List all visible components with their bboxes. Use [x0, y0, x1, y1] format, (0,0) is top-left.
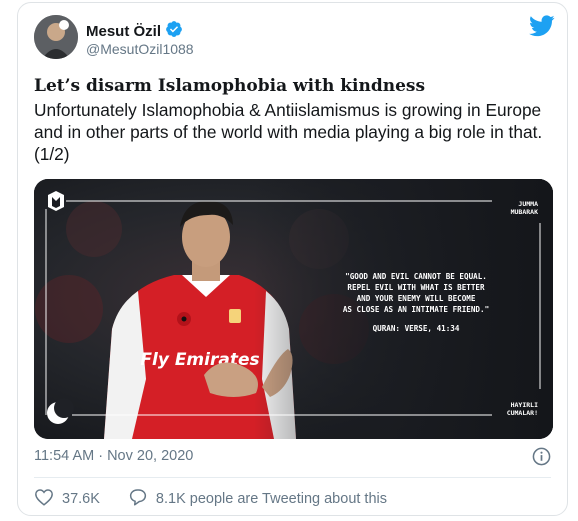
author-handle[interactable]: @MesutOzil1088 — [86, 41, 194, 57]
heart-icon — [34, 488, 54, 510]
quote-source: QURAN: VERSE, 41:34 — [373, 324, 460, 333]
media-badge-top: JUMMA — [518, 200, 538, 208]
tweet-headline: Let’s disarm Islamophobia with kindness — [34, 76, 426, 96]
media-footer-top: HAYIRLI — [511, 401, 538, 409]
verified-badge-icon — [165, 20, 183, 43]
quote-line-3: AND YOUR ENEMY WILL BECOME — [357, 294, 476, 303]
quote-line-1: "GOOD AND EVIL CANNOT BE EQUAL. — [345, 272, 487, 281]
divider — [34, 477, 551, 478]
author-name[interactable]: Mesut Özil — [86, 23, 161, 40]
quote-line-4: AS CLOSE AS AN INTIMATE FRIEND." — [343, 305, 489, 314]
twitter-bird-icon[interactable] — [529, 15, 555, 42]
like-count: 37.6K — [62, 491, 100, 507]
media-footer-bottom: CUMALAR! — [507, 409, 538, 417]
player-logo-icon — [48, 191, 64, 211]
tweet-timestamp[interactable]: 11:54 AM · Nov 20, 2020 — [34, 448, 193, 464]
tweet-media-image[interactable]: Fly Emirates JUMMA MUBARAK "GOOD AND EVI… — [34, 179, 553, 439]
quote-line-2: REPEL EVIL WITH WHAT IS BETTER — [347, 283, 485, 292]
author-name-row: Mesut Özil — [86, 20, 183, 43]
tweet-actions: 37.6K 8.1K people are Tweeting about thi… — [34, 488, 387, 510]
comment-icon — [128, 488, 148, 510]
tweet-body: Unfortunately Islamophobia & Antiislamis… — [34, 100, 543, 164]
comment-button[interactable]: 8.1K people are Tweeting about this — [128, 488, 387, 510]
media-badge-bottom: MUBARAK — [511, 208, 538, 216]
info-icon[interactable] — [532, 447, 551, 471]
tweet-card: Mesut Özil @MesutOzil1088 Let’s disarm I… — [17, 2, 568, 516]
avatar[interactable] — [34, 15, 78, 59]
comment-summary: 8.1K people are Tweeting about this — [155, 491, 387, 507]
like-button[interactable]: 37.6K — [34, 488, 100, 510]
